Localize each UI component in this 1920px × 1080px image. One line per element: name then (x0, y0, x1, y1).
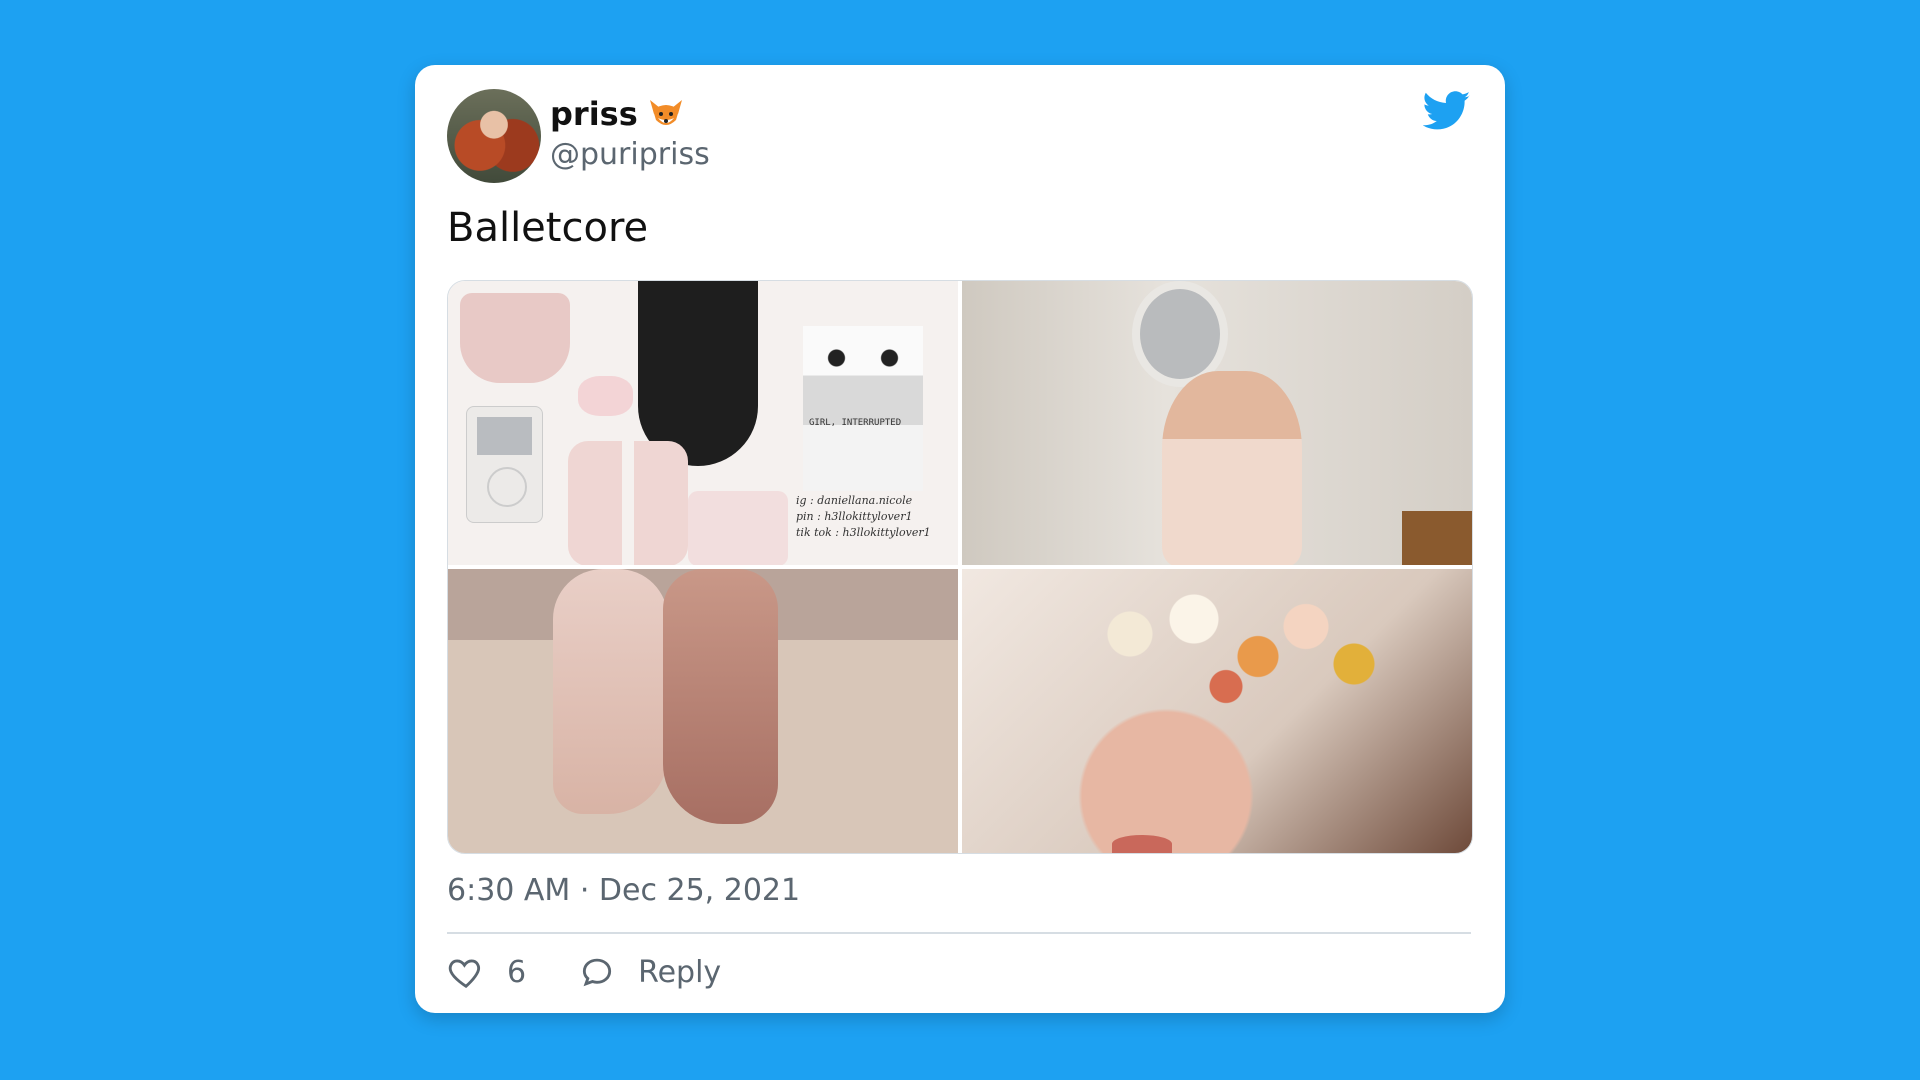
gift-box-shape (688, 491, 788, 565)
ipod-shape (466, 406, 543, 523)
flower-crown-shape (1082, 574, 1402, 724)
twitter-bird-icon[interactable] (1423, 91, 1471, 131)
dancer-shape (1162, 371, 1302, 565)
tweet-timestamp[interactable]: 6:30 AM · Dec 25, 2021 (447, 873, 800, 908)
heart-icon (448, 959, 481, 989)
media-grid[interactable]: GIRL, INTERRUPTED ig : daniellana.nicole… (447, 280, 1473, 854)
like-count: 6 (507, 954, 527, 990)
fox-emoji-icon (648, 98, 684, 130)
reply-button[interactable]: Reply (578, 953, 721, 991)
pointe-shoe-shape (553, 569, 668, 814)
reply-label: Reply (638, 954, 722, 990)
chair-shape (1402, 511, 1472, 565)
image-caption: ig : daniellana.nicole pin : h3llokittyl… (796, 494, 931, 539)
flower-face-image[interactable] (962, 569, 1472, 853)
divider (447, 932, 1471, 934)
user-handle[interactable]: @puripriss (550, 137, 710, 172)
mug-shape (460, 293, 570, 383)
avatar[interactable] (447, 89, 541, 183)
bandaged-foot-shape (663, 569, 778, 824)
leotard-shape (638, 281, 758, 466)
tweet-card: priss @puripriss Balletcore GIRL, INTERR… (415, 65, 1505, 1013)
poster-title: GIRL, INTERRUPTED (809, 418, 902, 428)
pointe-feet-image[interactable] (448, 569, 958, 853)
tweet-text: Balletcore (447, 205, 649, 251)
bow-shape (578, 376, 633, 416)
tweet-actions: 6 Reply (447, 953, 773, 991)
ballerina-image[interactable] (962, 281, 1472, 565)
lips-shape (1112, 835, 1172, 853)
display-name[interactable]: priss (550, 95, 684, 133)
like-button[interactable]: 6 (447, 953, 526, 991)
reply-bubble-icon (583, 958, 612, 987)
poster-eyes (810, 349, 916, 367)
pointe-shoes-shape (568, 441, 688, 565)
moodboard-image[interactable]: GIRL, INTERRUPTED ig : daniellana.nicole… (448, 281, 958, 565)
